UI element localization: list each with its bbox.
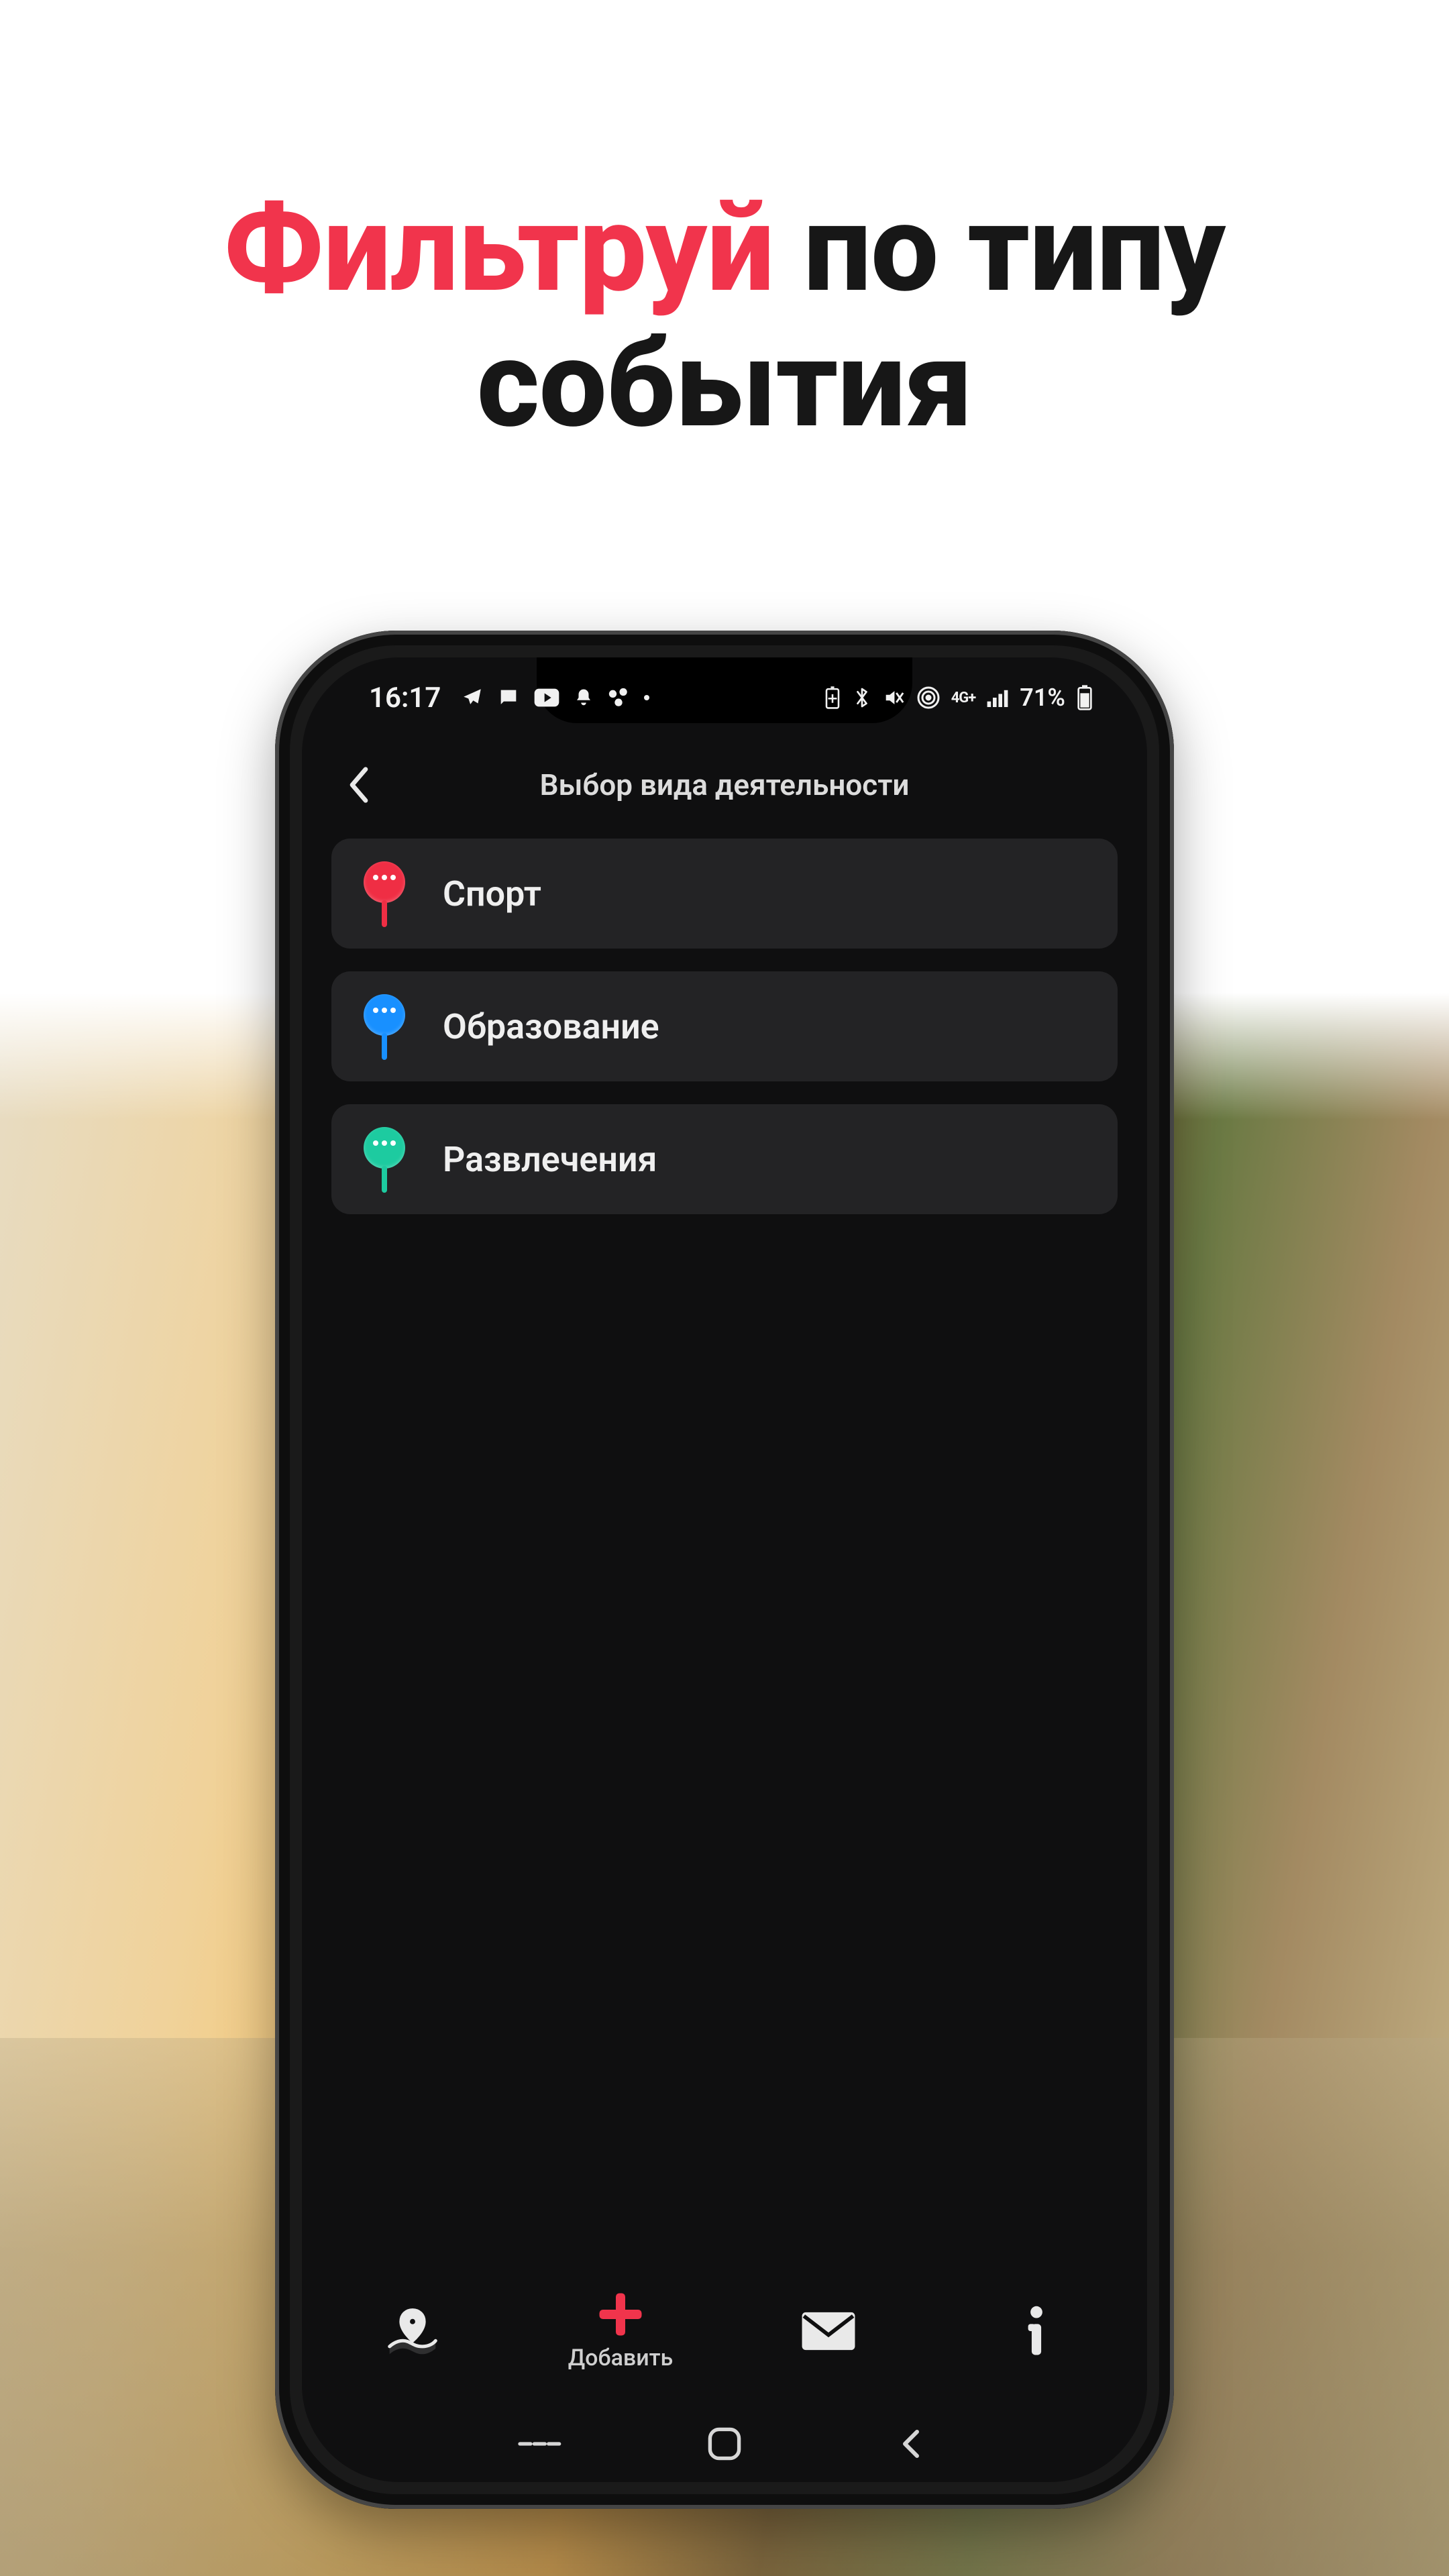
phone-mockup: 16:17 bbox=[275, 631, 1174, 2509]
category-item-entertainment[interactable]: Развлечения bbox=[331, 1104, 1118, 1214]
dot-icon bbox=[643, 694, 650, 701]
pin-icon bbox=[361, 1126, 408, 1193]
nav-messages[interactable] bbox=[724, 2310, 932, 2352]
mute-icon bbox=[881, 686, 906, 709]
bell-icon bbox=[574, 686, 594, 709]
android-recents-button[interactable] bbox=[502, 2429, 576, 2459]
battery-percent: 71% bbox=[1020, 684, 1065, 712]
pin-icon bbox=[361, 860, 408, 927]
headline-rest-1: по типу bbox=[774, 178, 1225, 319]
nav-add[interactable]: Добавить bbox=[517, 2291, 724, 2371]
plus-icon bbox=[597, 2291, 644, 2338]
bottom-nav: Добавить bbox=[302, 2264, 1147, 2398]
hotspot-icon bbox=[916, 686, 941, 710]
youtube-icon bbox=[533, 688, 560, 708]
chat-icon bbox=[497, 686, 520, 709]
nav-info[interactable] bbox=[932, 2305, 1140, 2357]
promo-headline: Фильтруй по типу события bbox=[0, 181, 1449, 451]
phone-screen: 16:17 bbox=[302, 657, 1147, 2482]
android-home-button[interactable] bbox=[688, 2429, 761, 2459]
cluster-icon bbox=[607, 686, 630, 709]
network-type-icon: 4G+ bbox=[951, 690, 976, 706]
app-header: Выбор вида деятельности bbox=[302, 745, 1147, 825]
category-label: Развлечения bbox=[443, 1139, 657, 1180]
category-label: Спорт bbox=[443, 873, 541, 914]
android-back-button[interactable] bbox=[874, 2429, 948, 2459]
back-button[interactable] bbox=[335, 761, 382, 808]
map-pin-icon bbox=[384, 2304, 441, 2358]
telegram-icon bbox=[461, 686, 484, 709]
mail-icon bbox=[800, 2310, 857, 2352]
nav-map[interactable] bbox=[309, 2304, 517, 2358]
category-label: Образование bbox=[443, 1006, 659, 1047]
headline-line-2: события bbox=[477, 313, 973, 455]
battery-saver-icon bbox=[822, 686, 843, 710]
category-item-sport[interactable]: Спорт bbox=[331, 839, 1118, 949]
android-nav-bar bbox=[302, 2405, 1147, 2482]
category-item-education[interactable]: Образование bbox=[331, 971, 1118, 1081]
bluetooth-icon bbox=[853, 686, 871, 710]
page-title: Выбор вида деятельности bbox=[302, 767, 1147, 802]
info-icon bbox=[1023, 2305, 1050, 2357]
signal-icon bbox=[986, 688, 1009, 707]
category-list: Спорт Образование Развлечения bbox=[331, 839, 1118, 1214]
pin-icon bbox=[361, 993, 408, 1060]
headline-accent: Фильтруй bbox=[224, 178, 774, 319]
battery-icon bbox=[1076, 684, 1093, 711]
nav-add-label: Добавить bbox=[568, 2345, 674, 2371]
status-bar: 16:17 bbox=[302, 657, 1147, 738]
status-time: 16:17 bbox=[369, 682, 441, 714]
